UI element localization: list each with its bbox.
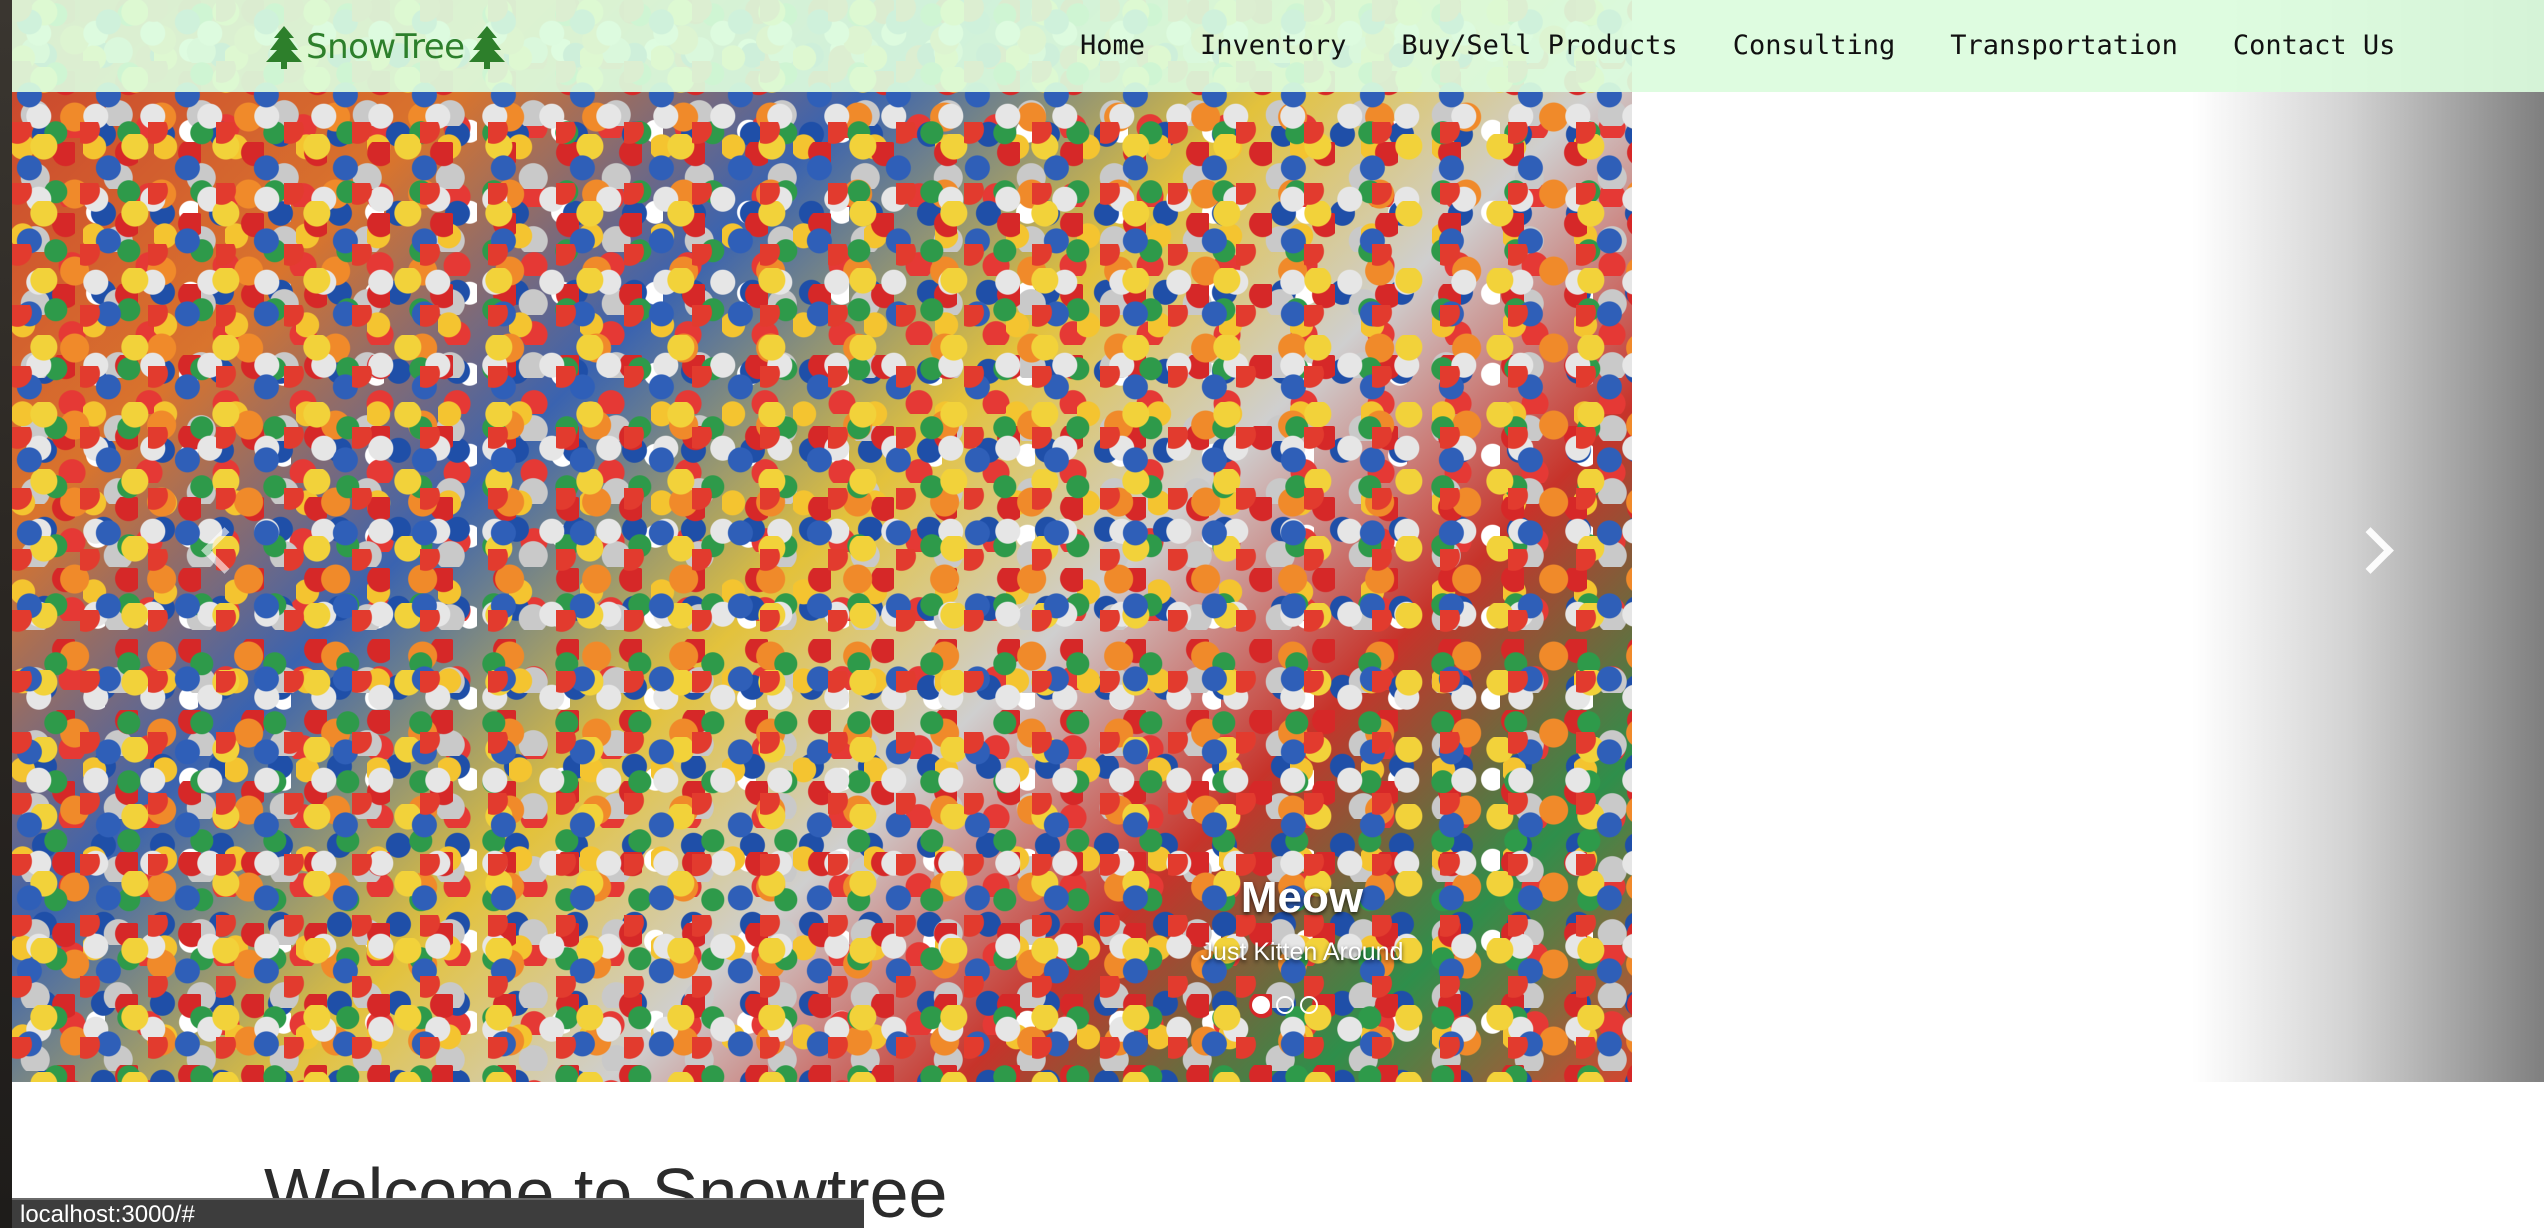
browser-page: Meow Just Kitten Around SnowTree Home In… — [12, 0, 2544, 1228]
nav-item-contact-us[interactable]: Contact Us — [2233, 26, 2396, 66]
carousel-next-button[interactable] — [2346, 520, 2407, 580]
nav-item-consulting[interactable]: Consulting — [1733, 26, 1896, 66]
nav-links: Home Inventory Buy/Sell Products Consult… — [1080, 26, 2395, 66]
nav-item-buy-sell-products[interactable]: Buy/Sell Products — [1401, 26, 1677, 66]
top-navbar: SnowTree Home Inventory Buy/Sell Product… — [12, 0, 2544, 92]
carousel-caption: Meow Just Kitten Around — [1052, 868, 1552, 970]
carousel-indicator-3[interactable] — [1300, 996, 1318, 1014]
desktop-background — [0, 0, 12, 1228]
carousel-prev-button[interactable] — [187, 520, 248, 580]
carousel-indicator-1[interactable] — [1252, 996, 1270, 1014]
carousel-indicators — [1252, 996, 1318, 1014]
tree-icon — [468, 26, 505, 69]
chevron-left-icon — [200, 526, 248, 574]
brand-name: SnowTree — [306, 27, 465, 67]
brand-logo[interactable]: SnowTree — [264, 22, 507, 72]
nav-item-transportation[interactable]: Transportation — [1950, 26, 2178, 66]
carousel-indicator-2[interactable] — [1276, 996, 1294, 1014]
caption-text: Just Kitten Around — [1200, 938, 1404, 966]
chevron-right-icon — [2346, 526, 2394, 574]
nav-item-home[interactable]: Home — [1080, 26, 1145, 66]
nav-item-inventory[interactable]: Inventory — [1200, 26, 1346, 66]
tree-icon — [266, 26, 302, 69]
caption-title: Meow — [1240, 873, 1364, 922]
hero-carousel: Meow Just Kitten Around — [12, 0, 2544, 1082]
browser-status-bar: localhost:3000/# — [12, 1198, 864, 1228]
